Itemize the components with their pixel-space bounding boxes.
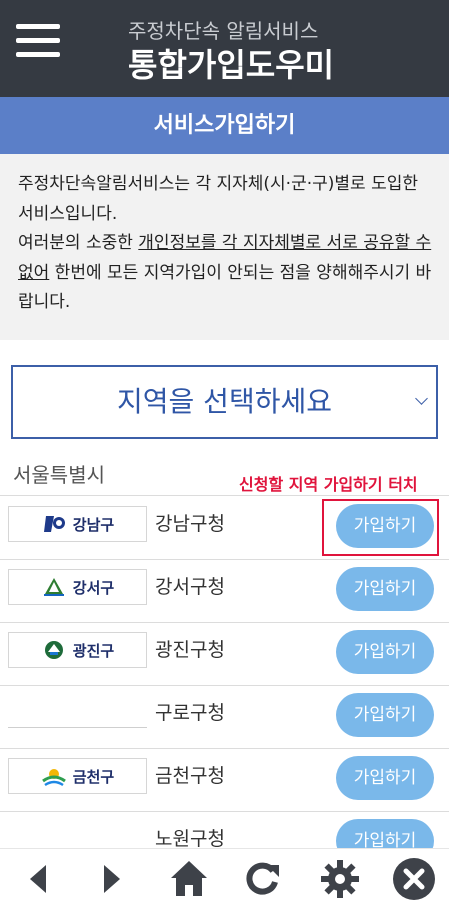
back-icon[interactable] (16, 857, 60, 901)
list-divider (0, 495, 449, 496)
office-name: 강남구청 (155, 513, 225, 535)
notice-text: 주정차단속알림서비스는 각 지자체(시·군·구)별로 도입한 서비스입니다. 여… (18, 170, 438, 318)
gangnam-emblem-icon (43, 516, 65, 532)
join-button[interactable]: 가입하기 (336, 693, 434, 737)
join-button[interactable]: 가입하기 (336, 630, 434, 674)
gangseo-emblem-icon (43, 578, 64, 596)
geumcheon-logo: 금천구 (8, 758, 147, 794)
office-name: 금천구청 (155, 765, 225, 787)
forward-icon[interactable] (90, 857, 134, 901)
hint-highlight-box (322, 499, 439, 556)
geumcheon-emblem-icon (41, 769, 66, 787)
gwangjin-emblem-icon (44, 641, 63, 659)
notice-line2-prefix: 여러분의 소중한 (18, 233, 139, 254)
guro-logo-placeholder (8, 695, 147, 728)
close-icon[interactable] (392, 857, 436, 901)
hamburger-menu-icon[interactable] (16, 24, 60, 58)
office-name: 노원구청 (155, 828, 225, 850)
notice-line2-suffix: 한번에 모든 지역가입이 안되는 점을 양해해주시기 바랍니다. (18, 262, 432, 313)
gear-icon[interactable] (318, 857, 362, 901)
logo-text: 강서구 (72, 578, 115, 597)
join-button[interactable]: 가입하기 (336, 756, 434, 800)
list-item: 금천구 금천구청 가입하기 (0, 749, 449, 811)
list-item: 광진구 광진구청 가입하기 (0, 623, 449, 685)
notice-box: 주정차단속알림서비스는 각 지자체(시·군·구)별로 도입한 서비스입니다. 여… (0, 154, 449, 340)
region-select[interactable]: 지역을 선택하세요 (11, 365, 438, 439)
list-item: 구로구청 가입하기 (0, 686, 449, 748)
region-select-label: 지역을 선택하세요 (117, 385, 332, 418)
logo-text: 금천구 (72, 767, 115, 786)
logo-text: 강남구 (72, 515, 115, 534)
bottom-nav (0, 848, 449, 910)
gwangjin-logo: 광진구 (8, 632, 147, 668)
hint-text: 신청할 지역 가입하기 터치 (239, 475, 418, 494)
refresh-icon[interactable] (240, 857, 284, 901)
city-label: 서울특별시 (13, 463, 105, 487)
logo-text: 광진구 (72, 641, 115, 660)
list-item: 강서구 강서구청 가입하기 (0, 560, 449, 622)
join-button[interactable]: 가입하기 (336, 567, 434, 611)
section-title: 서비스가입하기 (0, 97, 449, 154)
office-name: 구로구청 (155, 702, 225, 724)
app-header: 주정차단속 알림서비스 통합가입도우미 (0, 0, 449, 97)
notice-line1: 주정차단속알림서비스는 각 지자체(시·군·구)별로 도입한 서비스입니다. (18, 174, 419, 224)
office-name: 강서구청 (155, 576, 225, 598)
app-title: 통합가입도우미 (128, 46, 335, 84)
office-name: 광진구청 (155, 639, 225, 661)
gangnam-logo: 강남구 (8, 506, 147, 542)
gangseo-logo: 강서구 (8, 569, 147, 605)
home-icon[interactable] (167, 857, 211, 901)
